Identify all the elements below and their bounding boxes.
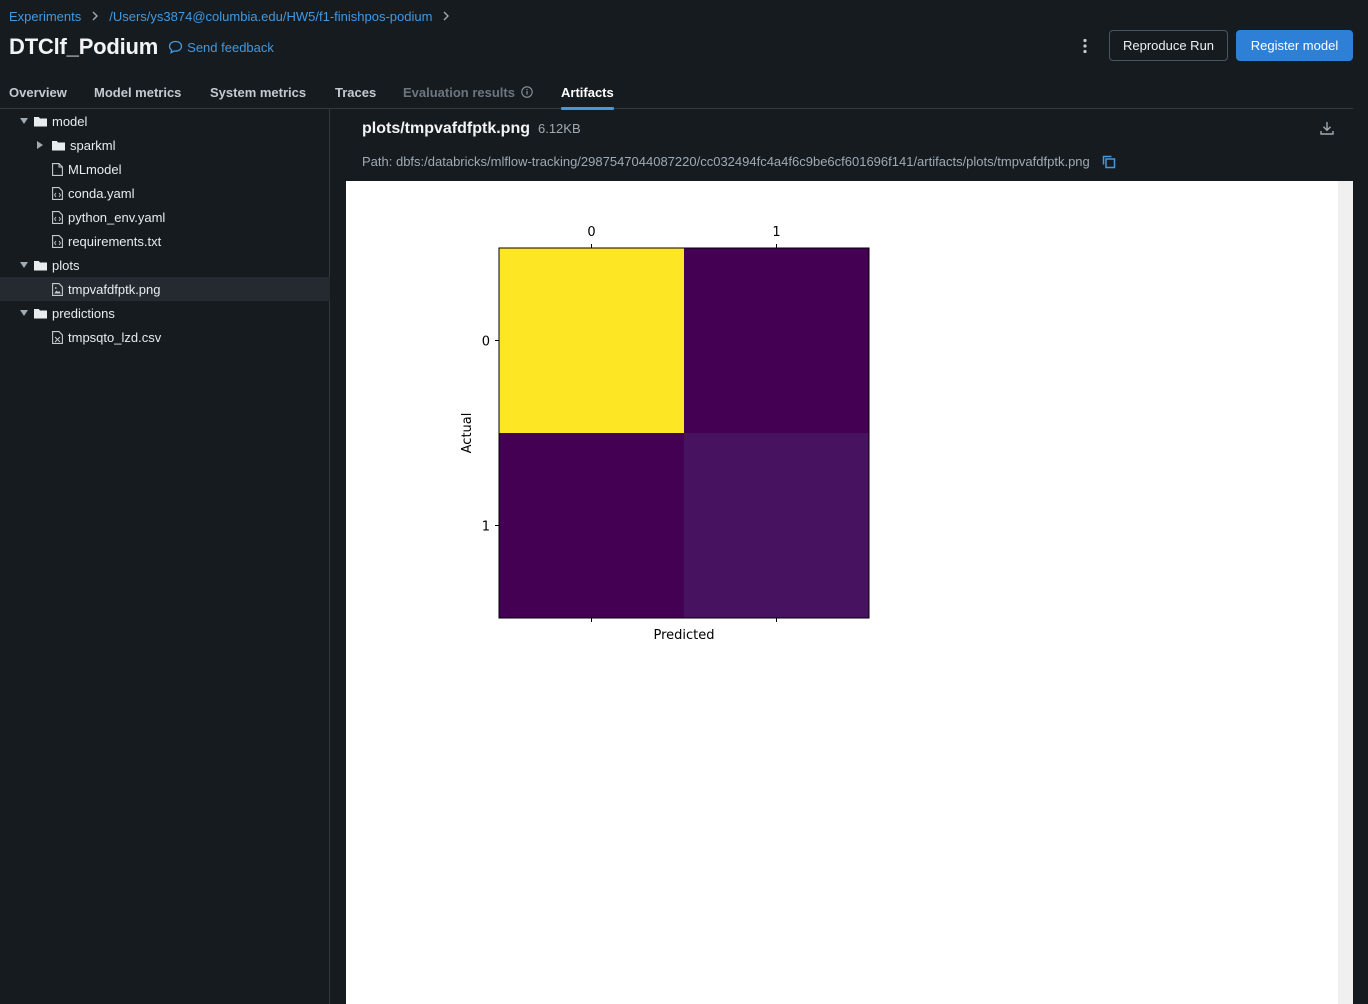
- tree-item-sparkml[interactable]: sparkml: [0, 133, 330, 157]
- reproduce-run-button[interactable]: Reproduce Run: [1109, 30, 1228, 61]
- confusion-matrix-chart: 0 1 0 1 Predicted Actual: [460, 225, 870, 643]
- artifact-path-row: Path: dbfs:/databricks/mlflow-tracking/2…: [362, 154, 1116, 169]
- register-model-button[interactable]: Register model: [1236, 30, 1353, 61]
- tree-item-mlmodel[interactable]: MLmodel: [0, 157, 330, 181]
- page-title: DTClf_Podium: [9, 34, 159, 59]
- code-file-icon: [52, 186, 63, 200]
- tree-item-conda-yaml[interactable]: conda.yaml: [0, 181, 330, 205]
- folder-icon: [34, 260, 47, 271]
- tab-artifacts[interactable]: Artifacts: [561, 85, 614, 110]
- caret-right-icon[interactable]: [32, 141, 48, 149]
- sidebar-resize-handle[interactable]: [331, 109, 346, 1004]
- heatmap-cell-1-0: [499, 433, 684, 618]
- tree-item-label: MLmodel: [68, 161, 122, 177]
- x-tick-label-0: 0: [587, 225, 595, 240]
- speech-bubble-icon: [169, 40, 183, 54]
- tab-model-metrics[interactable]: Model metrics: [94, 85, 181, 109]
- tab-evaluation-results[interactable]: Evaluation results: [403, 85, 533, 109]
- tree-item-label: requirements.txt: [68, 233, 162, 249]
- tree-item-python-env-yaml[interactable]: python_env.yaml: [0, 205, 330, 229]
- y-tick-label-0: 0: [482, 335, 490, 350]
- artifact-tree: model sparkml MLmodel conda.yaml python_…: [0, 109, 330, 1004]
- info-icon: [521, 86, 533, 98]
- tree-item-label: tmpvafdfptk.png: [68, 281, 161, 297]
- folder-icon: [34, 308, 47, 319]
- heatmap-cell-0-0: [499, 248, 684, 433]
- tree-item-tmpsqto-lzd-csv[interactable]: tmpsqto_lzd.csv: [0, 325, 330, 349]
- tree-item-label: conda.yaml: [68, 185, 135, 201]
- caret-down-icon[interactable]: [16, 261, 32, 269]
- tree-item-label: predictions: [52, 305, 115, 321]
- title-row: DTClf_Podium Send feedback: [9, 33, 274, 61]
- image-file-icon: [52, 282, 63, 296]
- tree-item-label: model: [52, 113, 88, 129]
- heatmap-cell-0-1: [684, 248, 869, 433]
- code-file-icon: [52, 234, 63, 248]
- tab-system-metrics[interactable]: System metrics: [210, 85, 306, 109]
- x-tick-label-1: 1: [772, 225, 780, 240]
- tab-evaluation-results-label: Evaluation results: [403, 85, 515, 100]
- copy-icon[interactable]: [1102, 155, 1116, 169]
- tab-traces[interactable]: Traces: [335, 85, 376, 109]
- tree-item-predictions[interactable]: predictions: [0, 301, 330, 325]
- breadcrumb: Experiments /Users/ys3874@columbia.edu/H…: [9, 7, 460, 25]
- tree-item-label: python_env.yaml: [68, 209, 166, 225]
- tree-item-label: plots: [52, 257, 80, 273]
- caret-down-icon[interactable]: [16, 309, 32, 317]
- folder-icon: [52, 140, 65, 151]
- y-axis-label: Actual: [460, 413, 475, 454]
- breadcrumb-path-link[interactable]: /Users/ys3874@columbia.edu/HW5/f1-finish…: [109, 9, 432, 24]
- preview-scrollbar[interactable]: [1338, 181, 1353, 1004]
- tree-item-label: sparkml: [70, 137, 116, 153]
- tree-item-tmpvafdfptk-png[interactable]: tmpvafdfptk.png: [0, 277, 330, 301]
- artifact-header: plots/tmpvafdfptk.png 6.12KB Path: dbfs:…: [346, 109, 1353, 181]
- x-axis-label: Predicted: [653, 628, 714, 643]
- artifact-title-row: plots/tmpvafdfptk.png 6.12KB: [362, 120, 581, 138]
- right-gutter: [1353, 109, 1368, 1004]
- artifact-path: Path: dbfs:/databricks/mlflow-tracking/2…: [362, 154, 1090, 169]
- breadcrumb-experiments-link[interactable]: Experiments: [9, 9, 81, 24]
- heatmap-cell-1-1: [684, 433, 869, 618]
- send-feedback-link[interactable]: Send feedback: [168, 40, 274, 55]
- file-icon: [52, 162, 63, 176]
- caret-down-icon[interactable]: [16, 117, 32, 125]
- download-icon[interactable]: [1320, 121, 1334, 138]
- y-tick-label-1: 1: [482, 520, 490, 535]
- folder-icon: [34, 116, 47, 127]
- chevron-right-icon: [91, 11, 99, 21]
- tree-item-plots[interactable]: plots: [0, 253, 330, 277]
- more-options-icon[interactable]: [1076, 34, 1094, 58]
- tree-item-label: tmpsqto_lzd.csv: [68, 329, 162, 345]
- artifact-file-name: plots/tmpvafdfptk.png: [362, 120, 530, 137]
- artifact-image-preview: 0 1 0 1 Predicted Actual: [346, 181, 1338, 1004]
- chevron-right-icon: [442, 11, 450, 21]
- tab-overview[interactable]: Overview: [9, 85, 67, 109]
- tree-item-model[interactable]: model: [0, 109, 330, 133]
- code-file-icon: [52, 210, 63, 224]
- tree-item-requirements-txt[interactable]: requirements.txt: [0, 229, 330, 253]
- send-feedback-label: Send feedback: [187, 39, 274, 55]
- spreadsheet-file-icon: [52, 330, 63, 344]
- tab-bar: Overview Model metrics System metrics Tr…: [0, 80, 1353, 110]
- artifact-file-size: 6.12KB: [537, 121, 581, 136]
